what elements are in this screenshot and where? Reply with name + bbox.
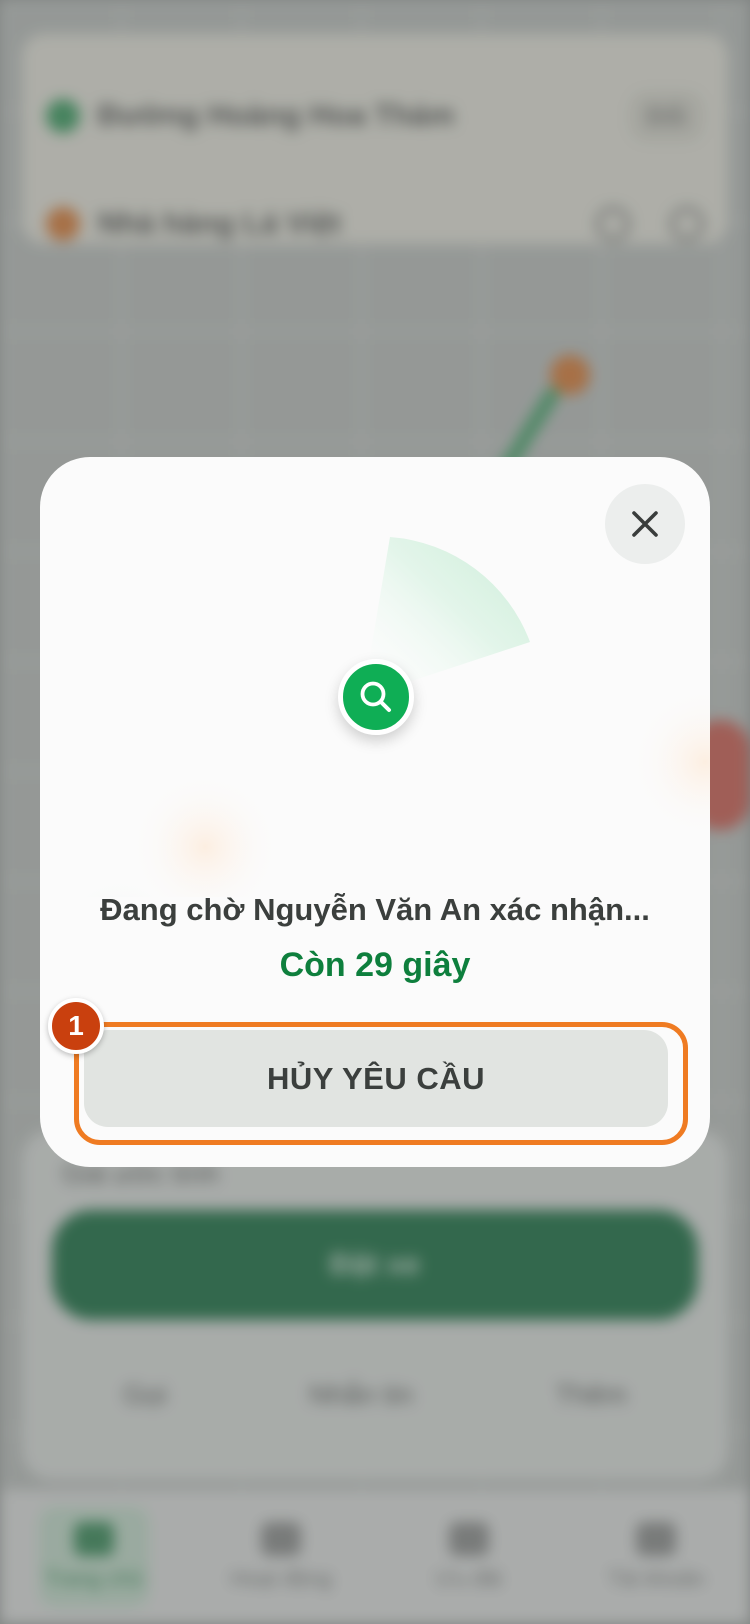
waiting-status-text: Đang chờ Nguyễn Văn An xác nhận... — [100, 892, 650, 927]
countdown-timer: Còn 29 giây — [279, 946, 471, 984]
search-indicator — [338, 659, 414, 735]
waiting-confirmation-dialog: Đang chờ Nguyễn Văn An xác nhận... Còn 2… — [40, 457, 710, 1167]
close-icon — [632, 511, 658, 537]
cancel-request-button[interactable]: HỦY YÊU CẦU — [84, 1030, 668, 1127]
search-icon — [360, 681, 391, 712]
step-badge: 1 — [48, 998, 104, 1054]
close-button[interactable] — [605, 484, 685, 564]
